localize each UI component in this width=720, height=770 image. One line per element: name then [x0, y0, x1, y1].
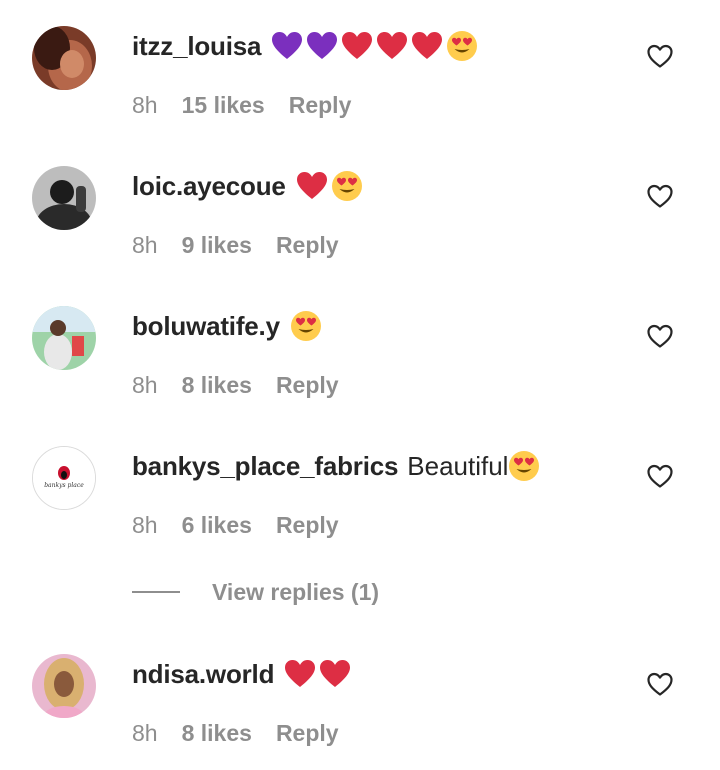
reply-button[interactable]: Reply [276, 232, 339, 259]
comment-item: ndisa.world 8h 8 likes Reply [0, 628, 720, 746]
heart-outline-icon[interactable] [646, 670, 674, 698]
reply-button[interactable]: Reply [276, 720, 339, 747]
view-replies-label[interactable]: View replies (1) [212, 579, 379, 606]
purple-heart-icon [272, 32, 303, 59]
red-heart-icon [377, 32, 408, 59]
comment-likes[interactable]: 8 likes [182, 372, 252, 399]
red-heart-icon [342, 32, 373, 59]
red-heart-icon [412, 32, 443, 59]
comment-likes[interactable]: 9 likes [182, 232, 252, 259]
comment-username[interactable]: boluwatife.y [132, 311, 280, 342]
comment-emojis [271, 30, 478, 62]
reply-button[interactable]: Reply [276, 372, 339, 399]
view-replies-button[interactable]: View replies (1) [132, 574, 379, 610]
red-heart-icon [285, 660, 316, 687]
comment-item: boluwatife.y 8h 8 likes Reply [0, 280, 720, 398]
replies-divider [132, 591, 180, 593]
comments-list: itzz_louisa 8h 15 likes Reply loic.ayeco… [0, 0, 720, 770]
comment-emojis [508, 450, 540, 482]
comment-time: 8h [132, 719, 158, 746]
comment-item: itzz_louisa 8h 15 likes Reply [0, 0, 720, 118]
heart-outline-icon[interactable] [646, 462, 674, 490]
comment-text: Beautiful [407, 450, 509, 481]
comment-time: 8h [132, 511, 158, 538]
heart-eyes-icon [509, 451, 540, 481]
comment-likes[interactable]: 8 likes [182, 720, 252, 747]
heart-eyes-icon [290, 311, 321, 341]
comment-emojis [290, 310, 322, 342]
heart-outline-icon[interactable] [646, 322, 674, 350]
comment-item: loic.ayecoue 8h 9 likes Reply [0, 140, 720, 258]
comment-item: bankys place bankys_place_fabrics Beauti… [0, 420, 720, 538]
purple-heart-icon [307, 32, 338, 59]
comment-username[interactable]: itzz_louisa [132, 31, 261, 62]
reply-button[interactable]: Reply [276, 512, 339, 539]
comment-likes[interactable]: 6 likes [182, 512, 252, 539]
comment-username[interactable]: loic.ayecoue [132, 171, 286, 202]
red-heart-icon [296, 172, 327, 199]
reply-button[interactable]: Reply [289, 92, 352, 119]
comment-time: 8h [132, 231, 158, 258]
comment-emojis [296, 170, 363, 202]
heart-outline-icon[interactable] [646, 42, 674, 70]
avatar-logo-text: bankys place [44, 482, 84, 489]
avatar[interactable] [32, 306, 96, 370]
comment-likes[interactable]: 15 likes [182, 92, 265, 119]
avatar[interactable] [32, 166, 96, 230]
heart-eyes-icon [447, 31, 478, 61]
comment-username[interactable]: ndisa.world [132, 659, 274, 690]
avatar[interactable] [32, 654, 96, 718]
comment-time: 8h [132, 91, 158, 118]
heart-eyes-icon [331, 171, 362, 201]
comment-emojis [284, 659, 351, 689]
comment-username[interactable]: bankys_place_fabrics [132, 451, 398, 482]
red-heart-icon [320, 660, 351, 687]
avatar[interactable] [32, 26, 96, 90]
heart-outline-icon[interactable] [646, 182, 674, 210]
avatar[interactable]: bankys place [32, 446, 96, 510]
comment-time: 8h [132, 371, 158, 398]
